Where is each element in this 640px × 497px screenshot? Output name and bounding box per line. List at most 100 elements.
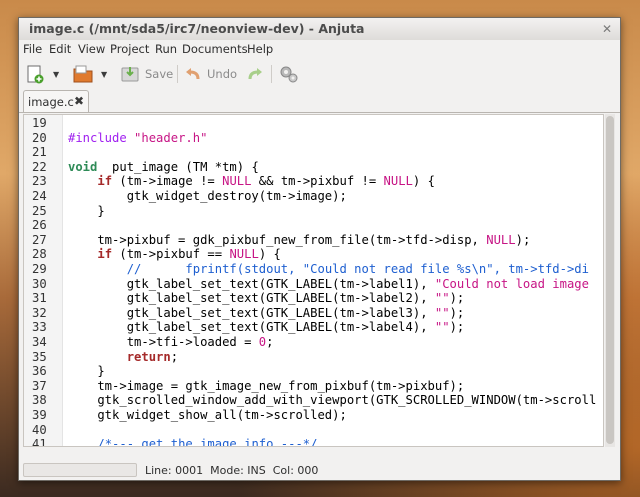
code-line[interactable]: 26 (24, 218, 603, 233)
menu-help[interactable]: Help (247, 42, 273, 56)
code-line[interactable]: 28 if (tm->pixbuf == NULL) { (24, 247, 603, 262)
menu-edit[interactable]: Edit (49, 42, 71, 56)
open-button[interactable] (72, 63, 94, 85)
code-text: gtk_label_set_text(GTK_LABEL(tm->label2)… (68, 291, 465, 306)
code-line[interactable]: 22 void put_image (TM *tm) { (24, 159, 603, 175)
redo-icon (248, 68, 262, 80)
code-line[interactable]: 21 (24, 145, 603, 160)
code-line[interactable]: 37 tm->image = gtk_image_new_from_pixbuf… (24, 378, 603, 394)
new-file-icon (27, 65, 44, 84)
menu-project[interactable]: Project (110, 42, 149, 56)
redo-button[interactable] (245, 63, 265, 85)
save-icon (121, 67, 139, 82)
undo-label: Undo (207, 67, 238, 81)
toolbar-separator (177, 65, 178, 83)
code-line[interactable]: 39 gtk_widget_show_all(tm->scrolled); (24, 408, 603, 423)
code-line[interactable]: 29 // fprintf(stdout, "Could not read fi… (24, 262, 603, 277)
line-number: 33 (32, 320, 47, 335)
code-text: if (tm->pixbuf == NULL) { (97, 247, 281, 262)
window-title: image.c (/mnt/sda5/irc7/neonview-dev) - … (29, 21, 365, 36)
line-number: 19 (32, 116, 47, 130)
undo-icon (186, 68, 200, 80)
code-line[interactable]: 33 gtk_label_set_text(GTK_LABEL(tm->labe… (24, 320, 603, 335)
title-bar[interactable]: image.c (/mnt/sda5/irc7/neonview-dev) - … (19, 18, 620, 40)
line-number: 22 (32, 159, 47, 174)
code-line[interactable]: 34 tm->tfi->loaded = 0; (24, 335, 603, 350)
build-button[interactable] (278, 63, 300, 85)
tab-label: image.c (28, 95, 74, 109)
chevron-down-icon: ▼ (101, 69, 108, 79)
line-number: 32 (32, 305, 47, 320)
vertical-scrollbar[interactable] (605, 114, 615, 447)
toolbar: ▼ ▼ Save Undo (19, 59, 620, 89)
code-text: tm->pixbuf = gdk_pixbuf_new_from_file(tm… (68, 232, 531, 247)
code-text: gtk_label_set_text(GTK_LABEL(tm->label3)… (68, 305, 465, 320)
code-text: } (68, 203, 105, 218)
line-number: 30 (32, 276, 47, 291)
line-number: 34 (32, 335, 47, 349)
code-line[interactable]: 23 if (tm->image != NULL && tm->pixbuf !… (24, 174, 603, 189)
code-editor[interactable]: 19 20 #include "header.h" 21 22 void put_imag… (23, 114, 604, 447)
code-line[interactable]: 36 } (24, 364, 603, 379)
new-button[interactable] (25, 63, 45, 85)
code-text: return; (126, 349, 179, 364)
line-number: 23 (32, 174, 47, 189)
code-line[interactable]: 27 tm->pixbuf = gdk_pixbuf_new_from_file… (24, 232, 603, 248)
code-text: gtk_label_set_text(GTK_LABEL(tm->label4)… (68, 320, 465, 335)
line-number: 35 (32, 349, 47, 364)
close-icon[interactable]: ✖ (74, 94, 84, 108)
code-text: tm->image = gtk_image_new_from_pixbuf(tm… (68, 378, 465, 393)
code-text: } (68, 364, 105, 379)
code-line[interactable]: 35 return; (24, 349, 603, 365)
window-close-button[interactable]: ✕ (600, 22, 614, 36)
code-text: if (tm->image != NULL && tm->pixbuf != N… (97, 174, 435, 189)
save-label: Save (145, 67, 174, 81)
code-text: gtk_scrolled_window_add_with_viewport(GT… (68, 393, 597, 408)
code-line[interactable]: 30 gtk_label_set_text(GTK_LABEL(tm->labe… (24, 276, 603, 292)
code-text: void put_image (TM *tm) { (68, 159, 259, 174)
chevron-down-icon: ▼ (53, 69, 60, 79)
open-folder-icon (73, 65, 93, 83)
code-line[interactable]: 19 (24, 116, 603, 131)
status-bar: Line: 0001 Mode: INS Col: 000 (19, 460, 620, 480)
line-number: 31 (32, 291, 47, 306)
line-number: 25 (32, 203, 47, 218)
code-text: gtk_widget_show_all(tm->scrolled); (68, 408, 347, 422)
code-line[interactable]: 41 /*--- get the image info ---*/ (24, 437, 603, 447)
status-text: Line: 0001 Mode: INS Col: 000 (145, 464, 319, 477)
code-line[interactable]: 38 gtk_scrolled_window_add_with_viewport… (24, 393, 603, 408)
code-text: gtk_widget_destroy(tm->image); (68, 189, 347, 203)
line-number: 21 (32, 145, 47, 160)
menu-file[interactable]: File (23, 42, 42, 56)
line-number: 28 (32, 247, 47, 262)
save-button[interactable]: Save (120, 63, 173, 85)
menu-documents[interactable]: Documents (182, 42, 248, 56)
line-number: 24 (32, 189, 47, 203)
code-line[interactable]: 25 } (24, 203, 603, 219)
line-number: 41 (32, 437, 47, 447)
code-line[interactable]: 20 #include "header.h" (24, 130, 603, 146)
new-dropdown-button[interactable]: ▼ (53, 63, 59, 85)
scrollbar-thumb[interactable] (606, 116, 614, 444)
anjuta-window: image.c (/mnt/sda5/irc7/neonview-dev) - … (18, 17, 621, 481)
code-text: #include "header.h" (68, 130, 208, 145)
code-line[interactable]: 40 (24, 422, 603, 438)
toolbar-separator (271, 65, 272, 83)
line-number: 38 (32, 393, 47, 408)
menu-view[interactable]: View (78, 42, 105, 56)
code-line[interactable]: 24 gtk_widget_destroy(tm->image); (24, 189, 603, 204)
status-progress-field (23, 463, 137, 477)
line-number: 40 (32, 422, 47, 437)
line-number: 26 (32, 218, 47, 233)
code-line[interactable]: 32 gtk_label_set_text(GTK_LABEL(tm->labe… (24, 305, 603, 321)
code-text: // fprintf(stdout, "Could not read file … (126, 262, 589, 276)
document-tab-bar: image.c ✖ (19, 90, 620, 113)
menu-run[interactable]: Run (155, 42, 177, 56)
code-line[interactable]: 31 gtk_label_set_text(GTK_LABEL(tm->labe… (24, 291, 603, 306)
open-dropdown-button[interactable]: ▼ (101, 63, 107, 85)
undo-button[interactable]: Undo (183, 63, 237, 85)
tab-image-c[interactable]: image.c ✖ (23, 90, 89, 112)
gears-icon (280, 66, 298, 83)
code-text: gtk_label_set_text(GTK_LABEL(tm->label1)… (68, 276, 589, 291)
code-text: /*--- get the image info ---*/ (97, 437, 318, 447)
